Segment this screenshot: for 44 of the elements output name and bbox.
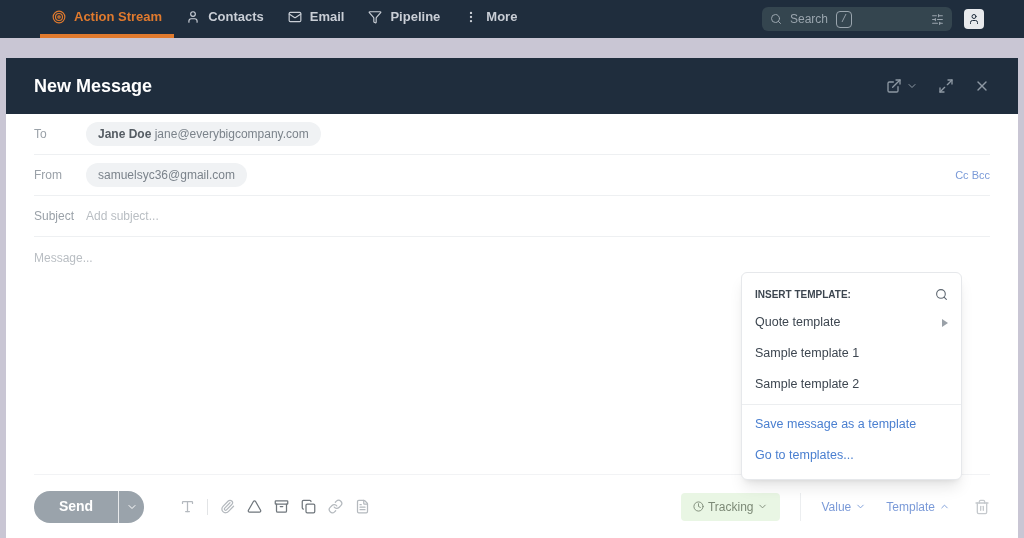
nav-tab[interactable]: Pipeline bbox=[356, 0, 453, 38]
submenu-arrow-icon bbox=[942, 318, 948, 327]
field-label: From bbox=[34, 167, 62, 184]
expand-icon[interactable] bbox=[938, 78, 954, 94]
search-placeholder: Search bbox=[790, 11, 829, 28]
triangle-icon[interactable] bbox=[247, 499, 262, 514]
field-label: To bbox=[34, 126, 48, 143]
mail-icon bbox=[287, 10, 302, 24]
sender-chip[interactable]: samuelsyc36@gmail.com bbox=[86, 163, 247, 187]
template-action-link[interactable]: Go to templates... bbox=[742, 440, 961, 471]
nav-tab[interactable]: Contacts bbox=[174, 0, 276, 38]
search-field[interactable]: Search / bbox=[762, 7, 952, 31]
user-icon bbox=[186, 10, 201, 24]
search-icon[interactable] bbox=[935, 287, 948, 301]
cc-bcc-link[interactable]: Cc Bcc bbox=[955, 166, 990, 184]
popout-button[interactable] bbox=[886, 78, 918, 94]
filter-sliders-icon[interactable] bbox=[931, 12, 944, 26]
recipient-chip[interactable]: Jane Doe jane@everybigcompany.com bbox=[86, 122, 321, 146]
template-item[interactable]: Sample template 1 bbox=[742, 338, 961, 369]
paperclip-icon[interactable] bbox=[220, 499, 235, 514]
clock-icon bbox=[692, 501, 704, 512]
window-title: New Message bbox=[34, 74, 153, 98]
template-action-link[interactable]: Save message as a template bbox=[742, 409, 961, 440]
search-icon bbox=[770, 13, 782, 25]
menu-heading: INSERT TEMPLATE: bbox=[755, 287, 851, 302]
nav-tab[interactable]: Action Stream bbox=[40, 0, 175, 38]
nav-tab[interactable]: More bbox=[452, 0, 530, 38]
template-item[interactable]: Quote template bbox=[742, 307, 961, 338]
send-button[interactable]: Send bbox=[34, 490, 144, 523]
template-item[interactable]: Sample template 2 bbox=[742, 369, 961, 400]
account-button[interactable] bbox=[964, 9, 984, 29]
user-icon bbox=[968, 13, 980, 25]
shortcut-key: / bbox=[836, 10, 853, 28]
nav-tab[interactable]: Email bbox=[275, 0, 357, 38]
copy-icon[interactable] bbox=[301, 499, 316, 514]
tracking-button[interactable]: Tracking bbox=[680, 492, 781, 521]
target-icon bbox=[52, 10, 66, 24]
value-button[interactable]: Value bbox=[821, 497, 867, 516]
archive-icon[interactable] bbox=[274, 499, 289, 514]
subject-field[interactable]: Add subject... bbox=[86, 207, 990, 225]
filter-icon bbox=[368, 10, 383, 24]
external-link-icon bbox=[886, 78, 902, 94]
field-label: Subject bbox=[34, 208, 76, 225]
template-button[interactable]: Template bbox=[886, 497, 950, 516]
